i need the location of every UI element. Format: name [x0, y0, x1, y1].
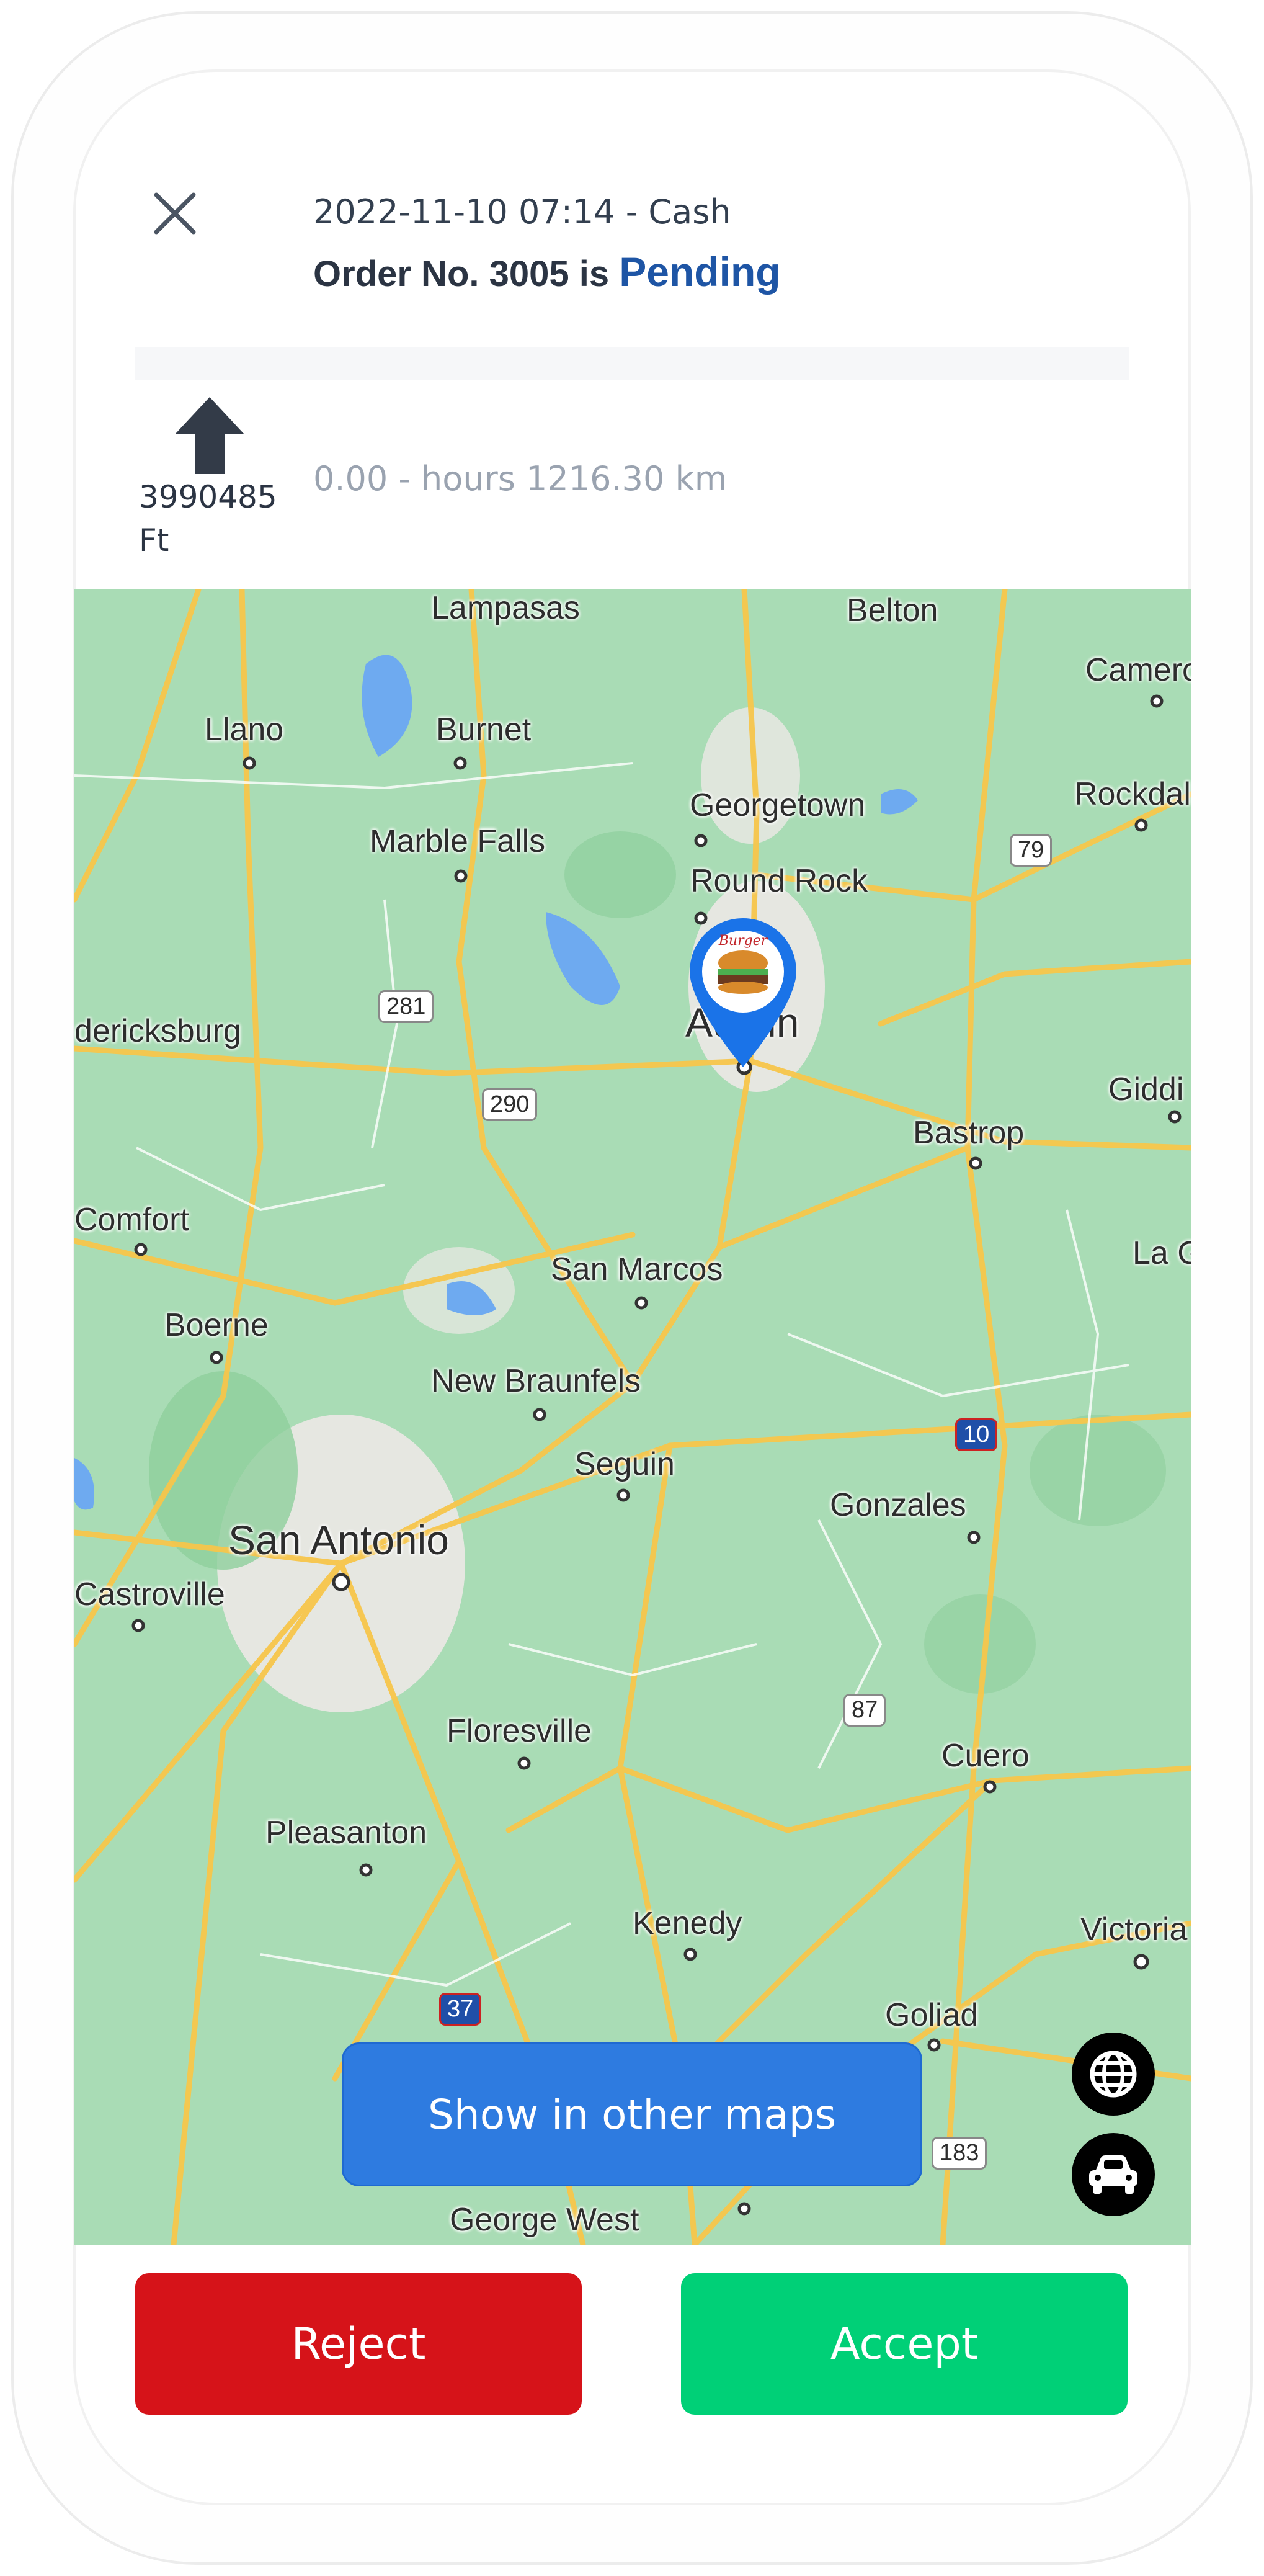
map-label: Comfort: [74, 1202, 189, 1238]
map-label: Burnet: [436, 712, 532, 748]
map-label: San Marcos: [551, 1251, 723, 1287]
map-label: Victoria: [1080, 1912, 1188, 1948]
highway-shield: 79: [1010, 834, 1053, 867]
map-label: Marble Falls: [370, 823, 546, 859]
highway-shield: 290: [482, 1088, 538, 1121]
map-label: New Braunfels: [431, 1363, 641, 1399]
map-label: San Antonio: [228, 1517, 449, 1563]
map-label: Georgetown: [690, 787, 866, 823]
map-label: Cuero: [941, 1738, 1030, 1774]
map-label: Pleasanton: [265, 1815, 427, 1851]
map-label: Camero: [1085, 652, 1191, 688]
arrow-up-icon: [175, 397, 244, 474]
order-title: Order No. 3005 is Pending: [313, 248, 781, 295]
map-label: Floresville: [447, 1713, 592, 1749]
interstate-shield: 37: [439, 1993, 482, 2026]
interstate-shield: 10: [955, 1418, 998, 1451]
map-label: Bastrop: [913, 1115, 1025, 1151]
divider: [135, 347, 1129, 380]
map-view[interactable]: Lampasas Belton Camero Llano Burnet Geor…: [74, 589, 1191, 2245]
map-label: Kenedy: [633, 1905, 742, 1941]
map-label: Belton: [847, 593, 938, 628]
map-label: George West: [450, 2202, 639, 2238]
map-label: Castroville: [74, 1576, 225, 1612]
map-label: Giddi: [1108, 1071, 1184, 1107]
distance-remaining: 3990485 Ft: [139, 479, 277, 558]
map-label: dericksburg: [74, 1013, 241, 1049]
order-number: Order No. 3005 is: [313, 254, 610, 294]
map-label: Rockdal: [1074, 776, 1191, 812]
map-label: Lampasas: [431, 590, 580, 626]
map-label: Llano: [205, 712, 284, 748]
map-label: Boerne: [164, 1307, 269, 1343]
eta-text: 0.00 - hours 1216.30 km: [313, 459, 728, 498]
car-icon[interactable]: [1072, 2133, 1155, 2216]
order-status: Pending: [619, 249, 781, 295]
map-label: Seguin: [574, 1446, 675, 1482]
order-meta: 2022-11-10 07:14 - Cash: [313, 192, 731, 231]
highway-shield: 183: [932, 2137, 987, 2170]
restaurant-pin-icon[interactable]: Burger: [690, 918, 796, 1067]
globe-icon[interactable]: [1072, 2033, 1155, 2116]
reject-button[interactable]: Reject: [135, 2273, 582, 2415]
pin-label: Burger: [718, 933, 768, 949]
accept-button[interactable]: Accept: [681, 2273, 1128, 2415]
close-icon[interactable]: [150, 189, 200, 238]
show-in-other-maps-button[interactable]: Show in other maps: [342, 2042, 922, 2186]
highway-shield: 281: [378, 990, 434, 1023]
map-label: Goliad: [885, 1997, 979, 2033]
highway-shield: 87: [843, 1694, 886, 1727]
map-label: Round Rock: [690, 863, 868, 899]
map-label: Gonzales: [830, 1487, 966, 1523]
map-label: La G: [1133, 1235, 1191, 1271]
